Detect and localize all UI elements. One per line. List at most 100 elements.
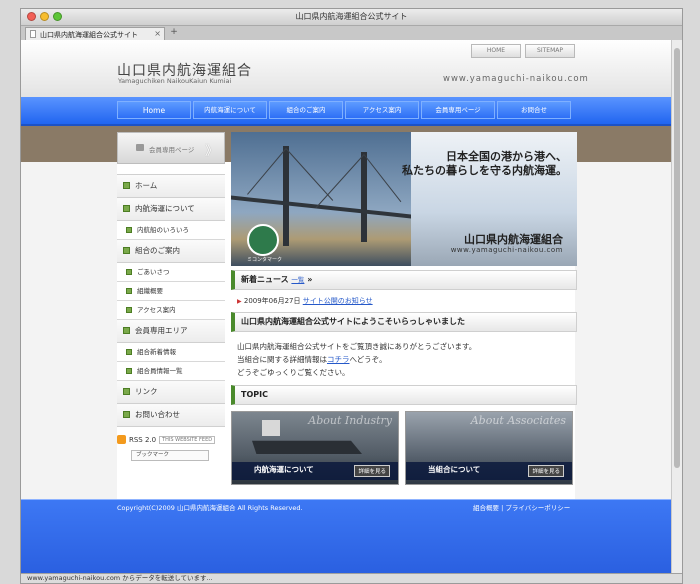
main-column: 日本全国の港から港へ、 私たちの暮らしを守る内航海運。 山口県内航海運組合 ww… <box>231 132 577 485</box>
news-list-link[interactable]: 一覧 <box>291 276 304 284</box>
tab-label: 山口県内航海運組合公式サイト <box>40 31 138 39</box>
sidebar-item-inquiry[interactable]: お問い合わせ <box>117 404 225 427</box>
sidebar: 会員専用ページ 》 ホーム 内航海運について 内航船のいろいろ 組合のご案内 ご… <box>117 132 225 461</box>
sidebar-item-members-area[interactable]: 会員専用エリア <box>117 320 225 343</box>
topic-caption: 当組合について <box>428 465 481 474</box>
sidebar-item-home[interactable]: ホーム <box>117 175 225 198</box>
site-footer: Copyright(C)2009 山口県内航海運組合 All Rights Re… <box>21 499 671 575</box>
title-bar: 山口県内航海運組合公式サイト <box>21 9 682 26</box>
bullet-icon <box>123 388 130 395</box>
site-url: www.yamaguchi-naikou.com <box>443 74 589 84</box>
sitemap-button[interactable]: SITEMAP <box>525 44 575 58</box>
nav-association[interactable]: 組合のご案内 <box>269 101 343 119</box>
welcome-line-3: どうぞごゆっくりご覧ください。 <box>237 368 350 377</box>
nav-contact[interactable]: お問合せ <box>497 101 571 119</box>
sidebar-item-label: ごあいさつ <box>137 268 170 276</box>
footer-link-overview[interactable]: 組合概要 <box>473 504 499 512</box>
hero-banner: 日本全国の港から港へ、 私たちの暮らしを守る内航海運。 山口県内航海運組合 ww… <box>231 132 577 266</box>
details-link[interactable]: コチラ <box>327 355 350 364</box>
topic-more-button[interactable]: 詳細を見る <box>354 465 390 477</box>
page-content: HOME SITEMAP 山口県内航海運組合 Yamaguchiken Naik… <box>21 40 671 575</box>
tab-close-icon[interactable]: × <box>154 29 161 38</box>
topic-more-button[interactable]: 詳細を見る <box>528 465 564 477</box>
topic-overlay: About Industry <box>308 414 392 427</box>
bullet-icon <box>123 205 130 212</box>
member-page-label: 会員専用ページ <box>149 146 195 154</box>
utility-links: HOME SITEMAP <box>471 44 575 58</box>
rss-icon <box>117 435 126 444</box>
topic-card-industry[interactable]: About Industry 内航海運について 詳細を見る <box>231 411 399 485</box>
copyright: Copyright(C)2009 山口県内航海運組合 All Rights Re… <box>117 504 303 512</box>
status-bar: www.yamaguchi-naikou.com からデータを転送しています..… <box>21 573 682 583</box>
right-band <box>575 126 671 499</box>
rss-feed[interactable]: RSS 2.0 THIS WEBSITE FEED <box>117 435 225 444</box>
ship-bridge-illustration <box>262 420 280 436</box>
sidebar-subitem-ships[interactable]: 内航船のいろいろ <box>117 221 225 240</box>
hero-title: 山口県内航海運組合 <box>464 233 563 246</box>
mascot-icon <box>247 224 279 256</box>
sidebar-item-label: 組合員情報一覧 <box>137 367 183 375</box>
footer-separator: | <box>501 504 504 512</box>
topic-cards: About Industry 内航海運について 詳細を見る About Asso… <box>231 411 577 485</box>
bookmark-button[interactable]: ブックマーク <box>131 450 209 461</box>
bullet-icon <box>126 227 132 233</box>
footer-links: 組合概要 | プライバシーポリシー <box>473 502 570 512</box>
sidebar-item-label: 内航船のいろいろ <box>137 226 189 234</box>
double-chevron-icon: » <box>307 275 313 284</box>
bridge-deck <box>231 195 411 219</box>
vertical-scrollbar[interactable] <box>671 40 682 575</box>
left-band <box>21 126 117 499</box>
lock-icon <box>136 144 144 151</box>
nav-access[interactable]: アクセス案内 <box>345 101 419 119</box>
bridge-tower <box>361 152 367 242</box>
sidebar-item-label: ホーム <box>135 181 158 190</box>
browser-tab[interactable]: 山口県内航海運組合公式サイト × <box>25 27 165 40</box>
window-title: 山口県内航海運組合公式サイト <box>295 12 408 21</box>
topic-card-associates[interactable]: About Associates 当組合について 詳細を見る <box>405 411 573 485</box>
nav-home[interactable]: Home <box>117 101 191 119</box>
sidebar-subitem-greeting[interactable]: ごあいさつ <box>117 263 225 282</box>
site-logo-english: Yamaguchiken NaikouKaiun Kumiai <box>118 77 232 85</box>
news-date: 2009年06月27日 <box>243 297 301 305</box>
new-tab-button[interactable]: + <box>167 27 181 39</box>
news-item: ▶ 2009年06月27日 サイト公開のお知らせ <box>237 296 577 306</box>
bullet-icon <box>123 327 130 334</box>
footer-divider <box>21 499 671 500</box>
welcome-line-2: 当組合に関する詳細情報はコチラへどうぞ。 <box>237 353 577 366</box>
bridge-cable <box>285 148 334 201</box>
welcome-line-1: 山口県内航海運組合公式サイトをご覧頂き誠にありがとうございます。 <box>237 342 477 351</box>
sidebar-item-links[interactable]: リンク <box>117 381 225 404</box>
bridge-cable <box>247 148 287 195</box>
bullet-icon <box>126 349 132 355</box>
nav-members[interactable]: 会員専用ページ <box>421 101 495 119</box>
member-page-button[interactable]: 会員専用ページ 》 <box>117 132 225 164</box>
sidebar-item-association[interactable]: 組合のご案内 <box>117 240 225 263</box>
mascot-label: ミコンタマーク <box>247 257 283 263</box>
sidebar-subitem-access[interactable]: アクセス案内 <box>117 301 225 320</box>
welcome-body: 山口県内航海運組合公式サイトをご覧頂き誠にありがとうございます。 当組合に関する… <box>237 340 577 379</box>
sidebar-item-about-shipping[interactable]: 内航海運について <box>117 198 225 221</box>
home-button[interactable]: HOME <box>471 44 521 58</box>
chevron-right-icon: 》 <box>204 144 218 159</box>
hero-url: www.yamaguchi-naikou.com <box>450 246 563 254</box>
sidebar-subitem-member-list[interactable]: 組合員情報一覧 <box>117 362 225 381</box>
sidebar-item-label: 組合新着情報 <box>137 348 176 356</box>
site-header: HOME SITEMAP 山口県内航海運組合 Yamaguchiken Naik… <box>21 40 671 97</box>
bullet-icon <box>123 182 130 189</box>
tab-bar: 山口県内航海運組合公式サイト × + <box>21 26 682 41</box>
news-link[interactable]: サイト公開のお知らせ <box>303 297 373 305</box>
hero-tagline-2: 私たちの暮らしを守る内航海運。 <box>402 164 567 177</box>
sidebar-item-label: アクセス案内 <box>137 306 176 314</box>
footer-link-privacy[interactable]: プライバシーポリシー <box>505 504 570 512</box>
global-nav: Home 内航海運について 組合のご案内 アクセス案内 会員専用ページ お問合せ <box>21 97 671 126</box>
sidebar-subitem-news[interactable]: 組合新着情報 <box>117 343 225 362</box>
bullet-icon <box>126 368 132 374</box>
nav-about-shipping[interactable]: 内航海運について <box>193 101 267 119</box>
topic-heading: TOPIC <box>231 385 577 405</box>
sidebar-subitem-organization[interactable]: 組織概要 <box>117 282 225 301</box>
scrollbar-thumb[interactable] <box>674 48 680 468</box>
bridge-cable <box>315 154 365 209</box>
bridge-tower <box>283 146 289 246</box>
sidebar-item-label: リンク <box>135 387 158 396</box>
bullet-icon <box>123 247 130 254</box>
